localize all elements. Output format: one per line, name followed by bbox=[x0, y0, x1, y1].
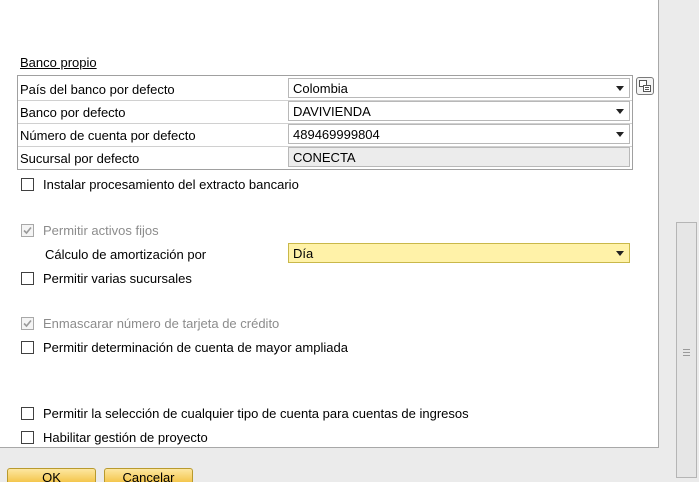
default-bank-dropdown[interactable]: DAVIVIENDA bbox=[288, 101, 630, 121]
project-management-checkbox[interactable] bbox=[21, 431, 34, 444]
default-account-number-dropdown[interactable]: 489469999804 bbox=[288, 124, 630, 144]
scroll-grip-line bbox=[683, 349, 690, 350]
multiple-branches-checkbox[interactable] bbox=[21, 272, 34, 285]
section-title-own-bank: Banco propio bbox=[20, 55, 97, 70]
default-bank-country-dropdown[interactable]: Colombia bbox=[288, 78, 630, 98]
install-bank-statement-checkbox[interactable] bbox=[21, 178, 34, 191]
default-account-number-label: Número de cuenta por defecto bbox=[20, 128, 196, 143]
chevron-down-icon bbox=[616, 86, 624, 91]
extended-gl-option[interactable]: Permitir determinación de cuenta de mayo… bbox=[21, 340, 348, 355]
fixed-assets-checkbox bbox=[21, 224, 34, 237]
default-bank-label: Banco por defecto bbox=[20, 105, 126, 120]
linked-objects-icon[interactable] bbox=[636, 77, 654, 95]
mask-card-option: Enmascarar número de tarjeta de crédito bbox=[21, 316, 279, 331]
dropdown-value: 489469999804 bbox=[293, 127, 380, 142]
scrollbar-thumb[interactable] bbox=[676, 222, 697, 478]
field-value: CONECTA bbox=[293, 150, 356, 165]
chevron-down-icon bbox=[616, 251, 624, 256]
cancel-button[interactable]: Cancelar bbox=[104, 468, 193, 482]
any-revenue-account-label: Permitir la selección de cualquier tipo … bbox=[43, 406, 469, 421]
multiple-branches-option[interactable]: Permitir varias sucursales bbox=[21, 271, 192, 286]
any-revenue-account-checkbox[interactable] bbox=[21, 407, 34, 420]
dropdown-value: DAVIVIENDA bbox=[293, 104, 371, 119]
checkmark-icon bbox=[23, 319, 32, 328]
fixed-assets-option: Permitir activos fijos bbox=[21, 223, 159, 238]
extended-gl-checkbox[interactable] bbox=[21, 341, 34, 354]
default-bank-country-label: País del banco por defecto bbox=[20, 82, 175, 97]
dropdown-value: Colombia bbox=[293, 81, 348, 96]
scroll-grip-line bbox=[683, 355, 690, 356]
install-bank-statement-label: Instalar procesamiento del extracto banc… bbox=[43, 177, 299, 192]
fixed-assets-label: Permitir activos fijos bbox=[43, 223, 159, 238]
chevron-down-icon bbox=[616, 132, 624, 137]
ok-button[interactable]: OK bbox=[7, 468, 96, 482]
dropdown-value: Día bbox=[293, 246, 314, 261]
project-management-label: Habilitar gestión de proyecto bbox=[43, 430, 208, 445]
extended-gl-label: Permitir determinación de cuenta de mayo… bbox=[43, 340, 348, 355]
default-branch-label: Sucursal por defecto bbox=[20, 151, 140, 166]
checkmark-icon bbox=[23, 226, 32, 235]
scroll-grip-line bbox=[683, 352, 690, 353]
multiple-branches-label: Permitir varias sucursales bbox=[43, 271, 192, 286]
mask-card-label: Enmascarar número de tarjeta de crédito bbox=[43, 316, 280, 331]
mask-card-checkbox bbox=[21, 317, 34, 330]
project-management-option[interactable]: Habilitar gestión de proyecto bbox=[21, 430, 208, 445]
any-revenue-account-option[interactable]: Permitir la selección de cualquier tipo … bbox=[21, 406, 469, 421]
depreciation-calc-label: Cálculo de amortización por bbox=[45, 247, 207, 262]
install-bank-statement-option[interactable]: Instalar procesamiento del extracto banc… bbox=[21, 177, 299, 192]
default-branch-field: CONECTA bbox=[288, 147, 630, 167]
depreciation-calc-dropdown[interactable]: Día bbox=[288, 243, 630, 263]
chevron-down-icon bbox=[616, 109, 624, 114]
